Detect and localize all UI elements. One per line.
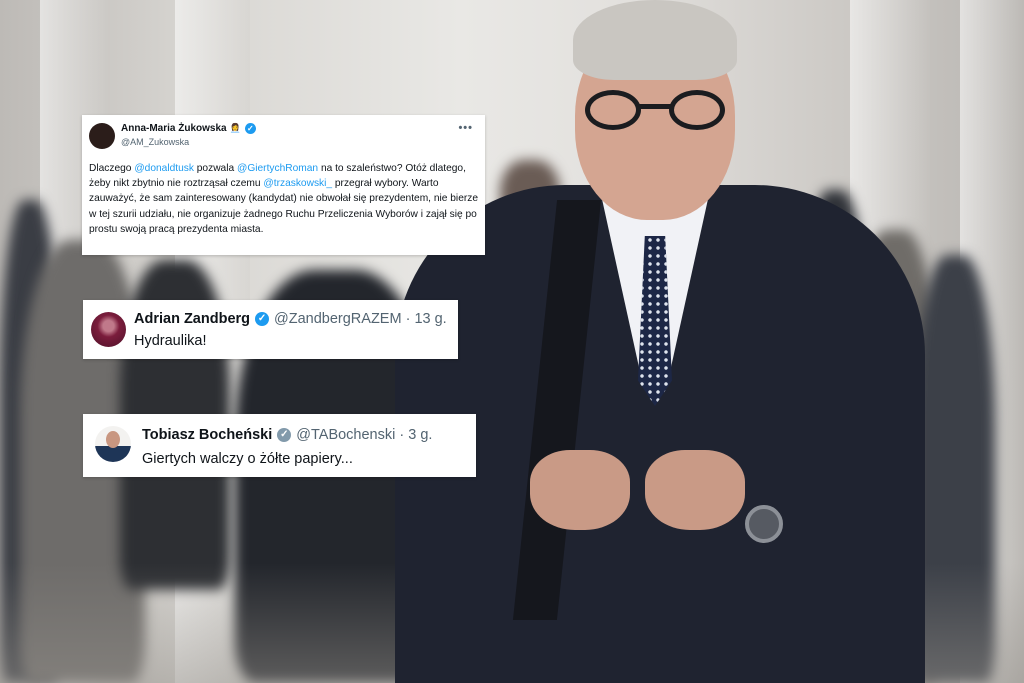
separator-dot: · <box>395 427 409 443</box>
tweet-text-segment: Dlaczego <box>89 163 135 174</box>
main-person-photo <box>395 0 925 683</box>
verified-badge-icon: ✓ <box>255 312 270 326</box>
verified-badge-icon: ✓ <box>244 123 256 134</box>
author-name[interactable]: Anna-Maria Żukowska <box>121 123 227 134</box>
tweet-author-row: Adrian Zandberg ✓ @ZandbergRAZEM · 13 g. <box>134 311 447 327</box>
avatar[interactable] <box>89 123 115 149</box>
mention-link[interactable]: @donaldtusk <box>134 163 194 174</box>
mention-link[interactable]: @GiertychRoman <box>237 163 318 174</box>
author-handle[interactable]: @AM_Zukowska <box>121 137 189 147</box>
tweet-time[interactable]: 13 g. <box>414 311 446 327</box>
tweet-card-zukowska[interactable]: Anna-Maria Żukowska 👩‍💼 ✓ @AM_Zukowska •… <box>82 115 485 255</box>
hair <box>573 0 737 80</box>
separator-dot: · <box>401 311 415 327</box>
avatar[interactable] <box>95 426 131 462</box>
avatar[interactable] <box>91 312 126 347</box>
tweet-text: Hydraulika! <box>134 333 207 349</box>
tweet-text: Giertych walczy o żółte papiery... <box>142 451 353 467</box>
tweet-card-zandberg[interactable]: Adrian Zandberg ✓ @ZandbergRAZEM · 13 g.… <box>83 300 458 359</box>
tweet-time[interactable]: 3 g. <box>408 427 432 443</box>
woman-emoji-icon: 👩‍💼 <box>229 123 241 133</box>
glasses <box>585 90 725 134</box>
tweet-text: Dlaczego @donaldtusk pozwala @GiertychRo… <box>89 161 481 237</box>
left-hand <box>530 450 630 530</box>
right-hand <box>645 450 745 530</box>
verified-badge-icon: ✓ <box>277 428 292 442</box>
tweet-author-row: Tobiasz Bocheński ✓ @TABochenski · 3 g. <box>142 427 432 443</box>
tweet-author-row: Anna-Maria Żukowska 👩‍💼 ✓ <box>121 123 256 134</box>
author-handle[interactable]: @ZandbergRAZEM <box>274 311 402 327</box>
more-options-icon[interactable]: ••• <box>458 122 473 134</box>
author-handle[interactable]: @TABochenski <box>296 427 395 443</box>
tweet-card-bochenski[interactable]: Tobiasz Bocheński ✓ @TABochenski · 3 g. … <box>83 414 476 477</box>
author-name[interactable]: Tobiasz Bocheński <box>142 427 272 443</box>
author-name[interactable]: Adrian Zandberg <box>134 311 250 327</box>
mention-link[interactable]: @trzaskowski_ <box>263 178 332 189</box>
wristwatch <box>745 505 783 543</box>
tweet-text-segment: pozwala <box>193 163 237 174</box>
